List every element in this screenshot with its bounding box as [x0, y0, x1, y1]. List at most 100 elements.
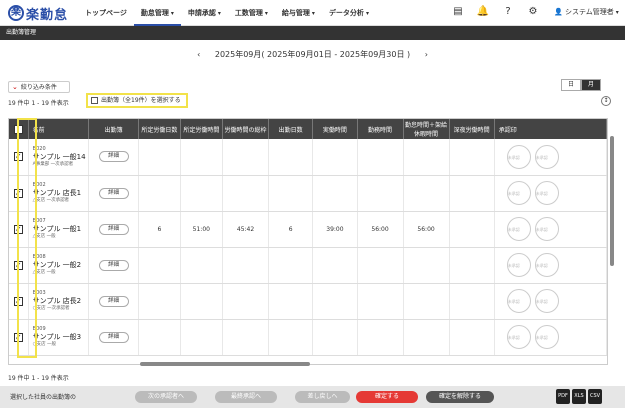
chevron-down-icon: ⌄: [12, 83, 18, 91]
month-view-button[interactable]: 月: [581, 79, 601, 91]
chevron-down-icon: ▾: [264, 10, 268, 17]
filter-label: 絞り込み条件: [20, 84, 57, 91]
detail-button[interactable]: 詳細: [98, 259, 129, 271]
confirm-button[interactable]: 確定する: [356, 391, 418, 403]
menu-item[interactable]: 給与管理 ▾: [275, 0, 322, 26]
view-toggle: 日 月: [561, 79, 601, 91]
employee-name: サンプル 店長2: [32, 297, 82, 305]
value-cell: [268, 139, 314, 176]
employee-cell: B002 サンプル 店長1 △支店 一次承認者: [28, 175, 90, 212]
check-icon: ✓: [13, 224, 23, 234]
row-checkbox[interactable]: ✓: [9, 211, 29, 248]
employee-id: B009: [32, 326, 46, 332]
table-row: ✓ B007 サンプル 一般1 △支店 一般 詳細 6 51:00 45:42 6 39:00 56…: [9, 211, 607, 248]
next-approver-button[interactable]: 次の承認者へ: [135, 391, 197, 403]
column-header[interactable]: 勤務時間: [357, 119, 404, 139]
send-back-button[interactable]: 差し戻しへ: [295, 391, 350, 403]
value-cell: 51:00: [180, 211, 224, 248]
column-header[interactable]: 勤怠時間＋架給休暇時間: [403, 119, 450, 139]
value-cell: [180, 175, 224, 212]
chevron-down-icon: ▾: [311, 10, 315, 17]
value-cell: [138, 319, 181, 356]
detail-cell: 詳細: [88, 247, 140, 284]
employee-dept: △支店 一般: [32, 234, 56, 239]
row-checkbox[interactable]: ✓: [9, 139, 29, 176]
menu-item[interactable]: データ分析 ▾: [322, 0, 376, 26]
pdf-export-icon[interactable]: PDF: [556, 389, 570, 404]
vertical-scrollbar[interactable]: [610, 136, 614, 266]
column-header[interactable]: 名前: [28, 119, 90, 139]
column-header[interactable]: 所定労働時間: [180, 119, 224, 139]
value-cell: [449, 139, 495, 176]
day-view-button[interactable]: 日: [561, 79, 581, 91]
value-cell: [222, 175, 270, 212]
help-icon[interactable]: ↕: [601, 96, 611, 106]
value-cell: [268, 319, 314, 356]
horizontal-scrollbar[interactable]: [140, 362, 310, 366]
detail-button[interactable]: 詳細: [98, 331, 129, 343]
final-approval-button[interactable]: 最終承認へ: [215, 391, 277, 403]
prev-month-button[interactable]: ‹: [197, 50, 200, 59]
table-row: ✓ B003 サンプル 店長2 ○支店 一次承認者 詳細 未承認 未承認: [9, 283, 607, 320]
row-checkbox[interactable]: ✓: [9, 247, 29, 284]
value-cell: [449, 211, 495, 248]
approval-stamp: 未承認: [506, 325, 531, 349]
column-header[interactable]: 実働時間: [312, 119, 358, 139]
logo[interactable]: 楽 楽勤怠: [8, 4, 68, 23]
detail-button[interactable]: 詳細: [98, 223, 129, 235]
user-icon: 👤: [554, 8, 565, 16]
action-footer: 選択した社員の出勤簿の 次の承認者へ 最終承認へ 差し戻しへ 確定する 確定を解…: [0, 386, 625, 408]
employee-cell: B008 サンプル 一般2 △支店 一般: [28, 247, 90, 284]
unconfirm-button[interactable]: 確定を解除する: [426, 391, 494, 403]
column-header[interactable]: 出勤日数: [268, 119, 314, 139]
employee-cell: B003 サンプル 店長2 ○支店 一次承認者: [28, 283, 90, 320]
menu-item[interactable]: 勤怠管理 ▾: [133, 0, 181, 26]
value-cell: [449, 283, 495, 320]
gear-icon[interactable]: ⚙: [525, 4, 541, 20]
value-cell: [138, 139, 181, 176]
chevron-down-icon: ▾: [365, 10, 369, 17]
value-cell: [403, 319, 450, 356]
value-cell: [449, 175, 495, 212]
column-header[interactable]: 出勤簿: [88, 119, 140, 139]
help-icon[interactable]: ?: [500, 4, 516, 20]
bell-icon[interactable]: 🔔: [475, 4, 491, 20]
column-header[interactable]: 深夜労働時間: [449, 119, 495, 139]
employee-dept: △支店 一般: [32, 270, 56, 275]
filter-toggle-button[interactable]: ⌄ 絞り込み条件: [8, 81, 70, 93]
header-checkbox[interactable]: ✓: [9, 119, 29, 139]
menu-item[interactable]: 申請承認 ▾: [181, 0, 228, 26]
next-month-button[interactable]: ›: [425, 50, 428, 59]
approval-stamp: 未承認: [506, 144, 531, 169]
column-header[interactable]: 承認印: [494, 119, 607, 139]
table-row: ✓ B002 サンプル 店長1 △支店 一次承認者 詳細 未承認 未承認: [9, 175, 607, 212]
approval-stamps: 未承認 未承認: [494, 211, 607, 248]
value-cell: [180, 139, 224, 176]
select-all-checkbox[interactable]: 出勤簿（全19件）を選択する: [86, 93, 188, 108]
csv-export-icon[interactable]: CSV: [588, 389, 602, 404]
row-checkbox[interactable]: ✓: [9, 175, 29, 212]
document-icon[interactable]: ▤: [450, 4, 466, 20]
excel-export-icon[interactable]: XLS: [572, 389, 586, 404]
menu-item[interactable]: トップページ: [78, 0, 134, 26]
detail-button[interactable]: 詳細: [98, 295, 129, 307]
value-cell: [180, 247, 224, 284]
detail-button[interactable]: 詳細: [98, 187, 129, 199]
column-header[interactable]: 所定労働日数: [138, 119, 181, 139]
column-header[interactable]: 労働時間の総枠: [222, 119, 270, 139]
row-checkbox[interactable]: ✓: [9, 283, 29, 320]
value-cell: 39:00: [312, 211, 358, 248]
value-cell: [449, 319, 495, 356]
detail-cell: 詳細: [88, 319, 140, 356]
user-menu[interactable]: 👤 システム管理者 ▾: [554, 7, 619, 17]
table-header: ✓ 名前 出勤簿 所定労働日数 所定労働時間 労働時間の総枠 出勤日数 実働時間 勤務時間 勤怠時…: [9, 119, 607, 139]
detail-button[interactable]: 詳細: [98, 151, 129, 163]
employee-name: サンプル 一般2: [32, 261, 82, 269]
menu-item[interactable]: 工数管理 ▾: [228, 0, 275, 26]
row-checkbox[interactable]: ✓: [9, 319, 29, 356]
top-nav: 楽 楽勤怠 トップページ 勤怠管理 ▾ 申請承認 ▾ 工数管理 ▾ 給与管理 ▾ データ分析 ▾ ▤…: [0, 0, 625, 26]
menu-item-label: トップページ: [85, 9, 127, 17]
menu-item-label: 給与管理: [281, 9, 310, 17]
value-cell: [138, 283, 181, 320]
employee-id: B007: [32, 218, 46, 224]
